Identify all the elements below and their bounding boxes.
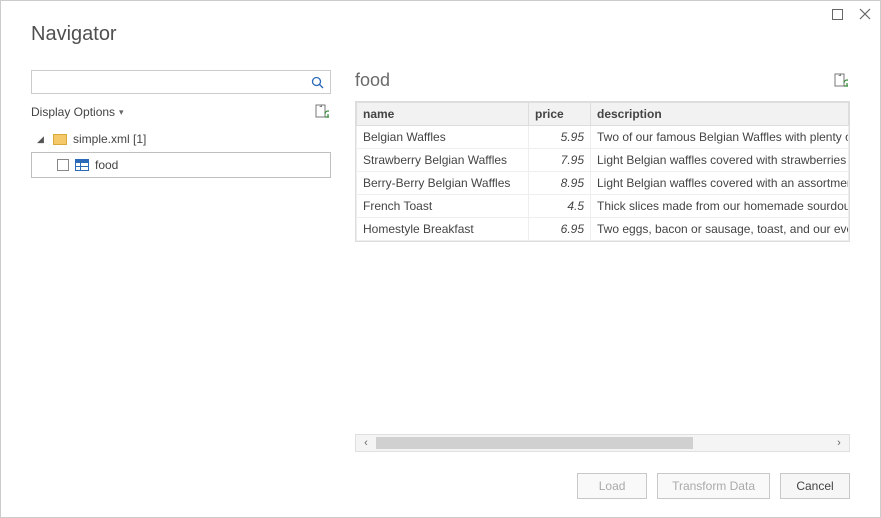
cell-price: 6.95 (529, 218, 591, 241)
cancel-button[interactable]: Cancel (780, 473, 850, 499)
cell-name: Strawberry Belgian Waffles (357, 149, 529, 172)
dialog-buttons: Load Transform Data Cancel (577, 473, 850, 499)
table-header-row: name price description (357, 103, 849, 126)
folder-icon (53, 134, 67, 145)
page-title: Navigator (31, 23, 850, 46)
cell-name: Belgian Waffles (357, 126, 529, 149)
close-icon[interactable] (858, 7, 872, 21)
preview-refresh-icon[interactable] (834, 73, 848, 89)
cell-name: Berry-Berry Belgian Waffles (357, 172, 529, 195)
table-row[interactable]: Strawberry Belgian Waffles7.95Light Belg… (357, 149, 849, 172)
col-header-name[interactable]: name (357, 103, 529, 126)
search-icon[interactable] (311, 76, 324, 89)
navigator-pane: Display Options ▾ ◢ simple.xml [1] food (31, 70, 331, 452)
tree-child-item[interactable]: food (31, 152, 331, 178)
cell-price: 7.95 (529, 149, 591, 172)
transform-data-button[interactable]: Transform Data (657, 473, 770, 499)
cell-name: Homestyle Breakfast (357, 218, 529, 241)
tree-checkbox[interactable] (57, 159, 69, 171)
scroll-right-icon[interactable]: › (829, 437, 849, 449)
source-tree: ◢ simple.xml [1] food (31, 126, 331, 178)
scroll-left-icon[interactable]: ‹ (356, 437, 376, 449)
collapse-icon[interactable]: ◢ (37, 134, 47, 145)
table-row[interactable]: Belgian Waffles5.95Two of our famous Bel… (357, 126, 849, 149)
cell-price: 5.95 (529, 126, 591, 149)
table-row[interactable]: French Toast4.5Thick slices made from ou… (357, 195, 849, 218)
search-input[interactable] (38, 74, 311, 90)
table-row[interactable]: Berry-Berry Belgian Waffles8.95Light Bel… (357, 172, 849, 195)
cell-price: 4.5 (529, 195, 591, 218)
search-input-wrap[interactable] (31, 70, 331, 94)
chevron-down-icon: ▾ (119, 107, 124, 118)
cell-description: Two eggs, bacon or sausage, toast, and o… (591, 218, 849, 241)
cell-description: Thick slices made from our homemade sour… (591, 195, 849, 218)
table-icon (75, 159, 89, 171)
tree-child-label: food (95, 158, 118, 172)
display-options-label: Display Options (31, 105, 115, 119)
cell-name: French Toast (357, 195, 529, 218)
cell-description: Light Belgian waffles covered with an as… (591, 172, 849, 195)
preview-title: food (355, 70, 390, 91)
horizontal-scrollbar[interactable]: ‹ › (355, 434, 850, 452)
col-header-description[interactable]: description (591, 103, 849, 126)
cell-description: Two of our famous Belgian Waffles with p… (591, 126, 849, 149)
preview-table: name price description Belgian Waffles5.… (356, 102, 849, 241)
maximize-icon[interactable] (830, 7, 844, 21)
display-options-dropdown[interactable]: Display Options ▾ (31, 105, 124, 119)
load-button[interactable]: Load (577, 473, 647, 499)
table-row[interactable]: Homestyle Breakfast6.95Two eggs, bacon o… (357, 218, 849, 241)
tree-root-item[interactable]: ◢ simple.xml [1] (31, 126, 331, 152)
cell-price: 8.95 (529, 172, 591, 195)
tree-root-label: simple.xml [1] (73, 132, 146, 146)
refresh-icon[interactable] (315, 104, 329, 120)
scroll-thumb[interactable] (376, 437, 693, 449)
scroll-track[interactable] (376, 435, 829, 451)
col-header-price[interactable]: price (529, 103, 591, 126)
preview-pane: food name price description Belgian Waff… (355, 70, 850, 452)
cell-description: Light Belgian waffles covered with straw… (591, 149, 849, 172)
